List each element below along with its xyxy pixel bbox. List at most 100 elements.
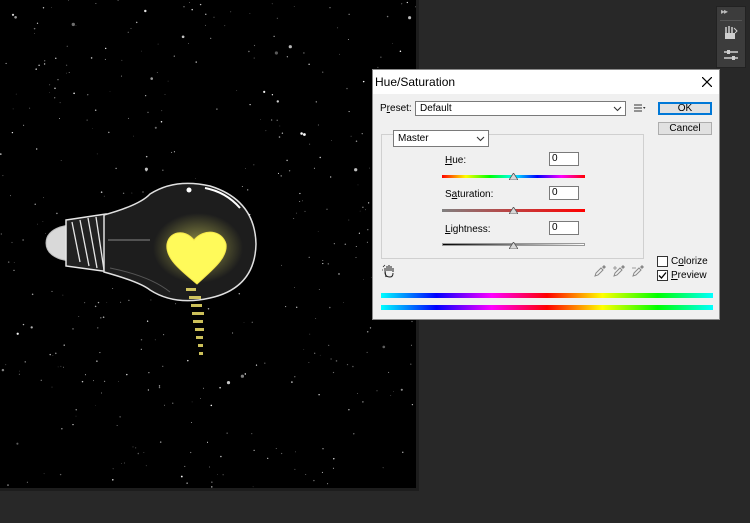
star [68, 0, 69, 1]
star [147, 389, 150, 391]
star [309, 333, 311, 335]
adjustments-icon[interactable] [721, 46, 741, 64]
star [350, 135, 352, 137]
star [366, 330, 369, 333]
expand-panels-icon[interactable]: ▸▸ [721, 7, 728, 16]
document-canvas[interactable] [0, 0, 416, 488]
star [59, 102, 61, 104]
star [42, 7, 45, 9]
star [367, 229, 369, 231]
star [358, 232, 360, 234]
dialog-title: Hue/Saturation [375, 75, 456, 89]
star [78, 316, 80, 317]
star [352, 365, 354, 368]
star [57, 79, 59, 81]
star [97, 301, 100, 304]
star [188, 43, 189, 44]
star [163, 334, 165, 336]
star [75, 25, 77, 26]
star [253, 57, 255, 59]
star [247, 189, 249, 191]
star [204, 24, 207, 26]
star [293, 218, 295, 219]
star [271, 119, 273, 121]
star [81, 380, 84, 383]
star [117, 0, 119, 1]
star [112, 287, 114, 289]
star [291, 381, 293, 383]
star [363, 278, 364, 280]
star [48, 92, 50, 94]
star [332, 371, 335, 374]
star [294, 376, 296, 378]
star [322, 448, 324, 450]
star [333, 458, 335, 460]
star [303, 349, 305, 350]
close-button[interactable] [695, 70, 719, 94]
star [386, 15, 389, 18]
preview-label: Preview [671, 270, 707, 281]
lightness-input[interactable]: 0 [549, 221, 579, 235]
star [109, 91, 111, 92]
star [299, 192, 301, 195]
star [343, 302, 345, 304]
eyedropper-plus-icon[interactable] [613, 265, 625, 277]
star [253, 164, 255, 166]
star [328, 344, 330, 346]
eyedropper-icon[interactable] [594, 265, 606, 277]
star [189, 1, 191, 3]
preset-dropdown[interactable]: Default [415, 101, 626, 116]
star [191, 401, 193, 403]
star [333, 243, 335, 245]
star [354, 168, 358, 172]
star [338, 273, 340, 275]
cancel-button[interactable]: Cancel [658, 122, 712, 135]
star [209, 466, 211, 468]
star [244, 373, 247, 375]
star [369, 327, 372, 329]
star [288, 170, 291, 172]
hue-slider-thumb[interactable] [509, 173, 518, 180]
star [65, 64, 68, 66]
star [36, 22, 39, 24]
star [315, 318, 317, 320]
eyedropper-minus-icon[interactable] [632, 265, 644, 277]
star [121, 59, 123, 61]
saturation-label: Saturation: [445, 189, 494, 200]
star [121, 463, 122, 465]
star [353, 433, 355, 435]
star [38, 64, 40, 66]
preview-checkbox[interactable] [657, 270, 668, 281]
on-image-adjustment-hand-icon[interactable] [382, 264, 396, 278]
star [112, 468, 114, 470]
lightness-slider-thumb[interactable] [509, 242, 518, 249]
star [102, 316, 105, 318]
saturation-input[interactable]: 0 [549, 186, 579, 200]
star [140, 348, 142, 350]
star [248, 50, 250, 53]
colorize-checkbox[interactable] [657, 256, 668, 267]
star [146, 320, 149, 322]
saturation-slider-thumb[interactable] [509, 207, 518, 214]
brush-tool-icon[interactable] [721, 24, 741, 42]
star [296, 212, 297, 214]
star [181, 35, 185, 39]
dialog-titlebar[interactable]: Hue/Saturation [373, 70, 719, 94]
star [224, 25, 226, 27]
star [59, 473, 62, 476]
ok-button[interactable]: OK [658, 102, 712, 115]
preset-options-icon[interactable] [634, 103, 646, 113]
star [145, 465, 147, 467]
star [24, 361, 26, 363]
hue-input[interactable]: 0 [549, 152, 579, 166]
star [286, 159, 288, 162]
star [161, 110, 163, 112]
star [335, 360, 338, 362]
star [302, 200, 303, 202]
star [211, 481, 213, 483]
star [135, 447, 137, 449]
star [195, 61, 197, 63]
star [54, 97, 56, 99]
channel-dropdown[interactable]: Master [393, 130, 489, 147]
star [367, 202, 370, 204]
